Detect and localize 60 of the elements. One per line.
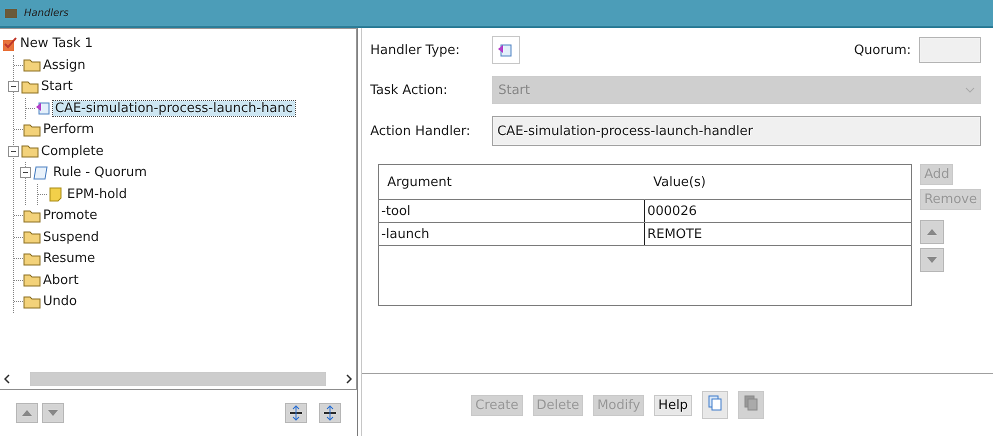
- folder-icon: [23, 252, 41, 266]
- collapse-toggle[interactable]: [8, 146, 19, 157]
- tree-item[interactable]: Start: [39, 79, 75, 94]
- move-down-button[interactable]: [920, 248, 944, 272]
- tree-item[interactable]: Undo: [41, 294, 79, 310]
- chevron-icon: [965, 87, 975, 93]
- quorum-field[interactable]: [919, 37, 981, 63]
- up-arrow-icon: [22, 410, 32, 416]
- tree-item[interactable]: EPM-hold: [65, 186, 130, 202]
- table-cell: -launch: [379, 223, 646, 245]
- table-cell: -tool: [379, 200, 646, 222]
- move-up-button[interactable]: [920, 220, 944, 244]
- move-down-button[interactable]: [42, 403, 64, 423]
- table-cell-text: REMOTE: [646, 226, 704, 244]
- action-handler-field[interactable]: CAE-simulation-process-launch-handler: [492, 116, 981, 146]
- folder-icon: [23, 58, 41, 72]
- collapse-toggle[interactable]: [20, 167, 31, 178]
- tree-item[interactable]: Abort: [41, 272, 81, 288]
- move-up-button[interactable]: [16, 403, 38, 423]
- app-icon: [4, 7, 18, 19]
- scroll-right-icon[interactable]: [346, 374, 352, 384]
- handler-type-button[interactable]: [492, 36, 520, 64]
- copy-icon: [708, 395, 722, 411]
- folder-icon: [23, 273, 41, 288]
- folder-icon: [21, 80, 39, 94]
- scroll-left-icon[interactable]: [4, 374, 10, 384]
- down-arrow-icon: [927, 257, 938, 263]
- folder-icon: [23, 122, 41, 137]
- window-title: Handlers: [24, 8, 69, 18]
- tree-item[interactable]: Suspend: [41, 230, 102, 245]
- tree-item[interactable]: Resume: [41, 251, 98, 266]
- down-arrow-icon: [48, 410, 58, 416]
- folder-icon: [23, 208, 41, 223]
- folder-icon: [23, 294, 41, 309]
- field-label: Action Handler:: [370, 124, 472, 138]
- field-label: Handler Type:: [370, 42, 461, 58]
- collapse-toggle[interactable]: [8, 81, 19, 92]
- tree-item[interactable]: Promote: [41, 208, 100, 224]
- expand-button[interactable]: [285, 403, 308, 423]
- copy-button[interactable]: [702, 391, 728, 419]
- split-icon: [290, 405, 302, 421]
- split-icon: [324, 405, 336, 421]
- folder-icon: [21, 144, 39, 158]
- folder-icon: [23, 230, 41, 244]
- task-icon: [2, 36, 18, 52]
- collapse-button[interactable]: [319, 403, 342, 423]
- paste-icon: [744, 395, 758, 411]
- tree-item[interactable]: Perform: [41, 122, 96, 138]
- tree-item[interactable]: New Task 1: [18, 36, 95, 52]
- table-cell-text: 000026: [646, 202, 698, 220]
- up-arrow-icon: [927, 229, 938, 235]
- tree-item[interactable]: Rule - Quorum: [51, 165, 149, 180]
- tree-item[interactable]: Complete: [39, 144, 106, 159]
- tree-item[interactable]: CAE-simulation-process-launch-hanc: [53, 100, 295, 116]
- action-button[interactable]: Help: [654, 394, 692, 416]
- field-label: Quorum:: [854, 42, 911, 58]
- column-header: Value(s): [652, 174, 707, 190]
- field-label: Task Action:: [370, 82, 449, 98]
- tree-item[interactable]: Assign: [41, 58, 88, 73]
- column-header: Argument: [386, 174, 453, 190]
